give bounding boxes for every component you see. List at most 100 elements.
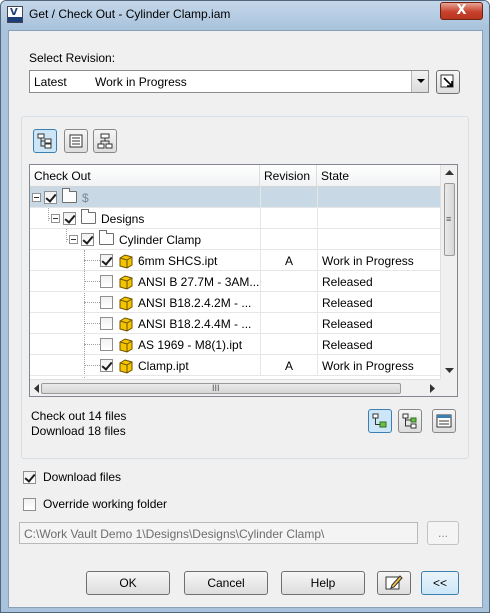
download-files-checkbox[interactable]: [23, 471, 36, 484]
state-cell: [317, 187, 440, 208]
structure-view-button[interactable]: [93, 129, 117, 153]
tree-connector: [84, 344, 100, 345]
state-cell: Work in Progress: [317, 355, 440, 376]
override-folder-label[interactable]: Override working folder: [43, 497, 167, 511]
collapse-button[interactable]: <<: [421, 571, 459, 595]
tree-item-label: ANSI B18.2.4.2M - ...: [138, 296, 252, 310]
chevron-down-icon[interactable]: [411, 71, 428, 92]
comment-button[interactable]: [377, 571, 411, 595]
pencil-note-icon: [385, 575, 403, 590]
row-checkbox[interactable]: [63, 212, 76, 225]
column-header-check-out[interactable]: Check Out: [30, 165, 260, 186]
app-icon-badge: [8, 17, 22, 22]
title-bar[interactable]: V Get / Check Out - Cylinder Clamp.iam X: [1, 1, 489, 29]
horizontal-scroll-thumb[interactable]: III: [41, 383, 401, 394]
tree-connector: [84, 281, 100, 282]
row-checkbox[interactable]: [100, 275, 113, 288]
expand-arrow-icon: [440, 74, 454, 88]
revision-cell: [260, 313, 317, 334]
tree-connector: [84, 260, 100, 261]
row-checkbox[interactable]: [100, 296, 113, 309]
horizontal-scrollbar[interactable]: III: [30, 379, 440, 396]
tree-item-label: ANSI B18.2.4.4M - ...: [138, 317, 252, 331]
state-cell: Released: [317, 271, 440, 292]
download-files-label[interactable]: Download files: [43, 470, 121, 484]
vertical-scrollbar[interactable]: ≡: [440, 165, 457, 379]
revision-dropdown[interactable]: Latest Work in Progress: [29, 70, 429, 93]
state-cell: Released: [317, 334, 440, 355]
row-checkbox[interactable]: [100, 254, 113, 267]
tree-row-file[interactable]: 6mm SHCS.ipt A Work in Progress: [30, 250, 440, 271]
tree-row-file[interactable]: ANSI B 27.7M - 3AM... Released: [30, 271, 440, 292]
window-title: Get / Check Out - Cylinder Clamp.iam: [29, 7, 231, 21]
row-checkbox[interactable]: [44, 191, 57, 204]
options-button[interactable]: [432, 409, 456, 433]
column-header-revision[interactable]: Revision: [260, 165, 317, 186]
tree-row-designs[interactable]: Designs: [30, 208, 440, 229]
part-icon: [119, 275, 133, 290]
revision-cell: [260, 334, 317, 355]
collapse-button-label: <<: [432, 576, 447, 590]
scroll-right-icon[interactable]: [430, 384, 436, 393]
row-checkbox[interactable]: [100, 317, 113, 330]
column-header-state[interactable]: State: [317, 165, 440, 186]
select-revision-label: Select Revision:: [29, 51, 116, 65]
select-all-button[interactable]: [398, 409, 422, 433]
checkout-count-text: Check out 14 files: [31, 409, 127, 423]
state-cell: [317, 208, 440, 229]
tree-row-root[interactable]: $: [30, 187, 440, 208]
cancel-button[interactable]: Cancel: [184, 571, 268, 595]
override-folder-checkbox[interactable]: [23, 498, 36, 511]
scroll-corner: [440, 379, 457, 396]
close-button[interactable]: X: [440, 2, 483, 20]
download-count-text: Download 18 files: [31, 424, 126, 438]
revision-value: Latest: [34, 75, 67, 89]
revision-details-button[interactable]: [436, 70, 460, 94]
close-icon: X: [456, 3, 467, 18]
tree-row-file[interactable]: Clamp.ipt A Work in Progress: [30, 355, 440, 376]
collapse-icon[interactable]: [32, 193, 41, 202]
revision-cell: A: [260, 250, 317, 271]
scroll-down-icon[interactable]: [445, 368, 454, 374]
grid-header: Check Out Revision State: [30, 165, 440, 187]
tree-row-file[interactable]: ANSI B18.2.4.2M - ... Released: [30, 292, 440, 313]
help-button[interactable]: Help: [281, 571, 365, 595]
tree-row-file[interactable]: ANSI B18.2.4.4M - ... Released: [30, 313, 440, 334]
revision-cell: [260, 271, 317, 292]
cancel-button-label: Cancel: [207, 576, 245, 590]
tree-view-button[interactable]: [33, 129, 57, 153]
working-folder-path: C:\Work Vault Demo 1\Designs\Designs\Cyl…: [24, 527, 325, 541]
checkout-grid[interactable]: Check Out Revision State $ Designs Cylin…: [29, 164, 458, 397]
help-button-label: Help: [310, 576, 336, 590]
part-icon: [119, 359, 133, 374]
select-checked-button[interactable]: [368, 409, 392, 433]
ok-button-label: OK: [119, 576, 137, 590]
folder-icon: [99, 230, 114, 245]
row-checkbox[interactable]: [100, 359, 113, 372]
tree-connector: [84, 365, 100, 366]
tree-item-label: Designs: [101, 212, 145, 226]
tree-connector: [84, 302, 100, 303]
list-view-button[interactable]: [64, 129, 88, 153]
row-checkbox[interactable]: [100, 338, 113, 351]
tree-connector: [84, 323, 100, 324]
row-checkbox[interactable]: [81, 233, 94, 246]
revision-cell: [260, 187, 317, 208]
vertical-scroll-thumb[interactable]: ≡: [444, 183, 455, 256]
scroll-grip-icon: ≡: [446, 214, 452, 224]
scroll-left-icon[interactable]: [34, 384, 40, 393]
tree-select-icon: [372, 413, 387, 428]
browse-button: ...: [427, 521, 459, 545]
scroll-up-icon[interactable]: [445, 170, 454, 176]
state-cell: [317, 229, 440, 250]
state-cell: Work in Progress: [317, 250, 440, 271]
ok-button[interactable]: OK: [86, 571, 170, 595]
working-folder-field: C:\Work Vault Demo 1\Designs\Designs\Cyl…: [19, 522, 418, 544]
tree-item-label: ANSI B 27.7M - 3AM...: [138, 275, 260, 289]
tree-row-cylinder-clamp[interactable]: Cylinder Clamp: [30, 229, 440, 250]
tree-row-file[interactable]: AS 1969 - M8(1).ipt Released: [30, 334, 440, 355]
revision-state-value: Work in Progress: [95, 75, 187, 89]
collapse-icon[interactable]: [69, 235, 78, 244]
vault-app-icon: V: [7, 6, 23, 23]
collapse-icon[interactable]: [51, 214, 60, 223]
